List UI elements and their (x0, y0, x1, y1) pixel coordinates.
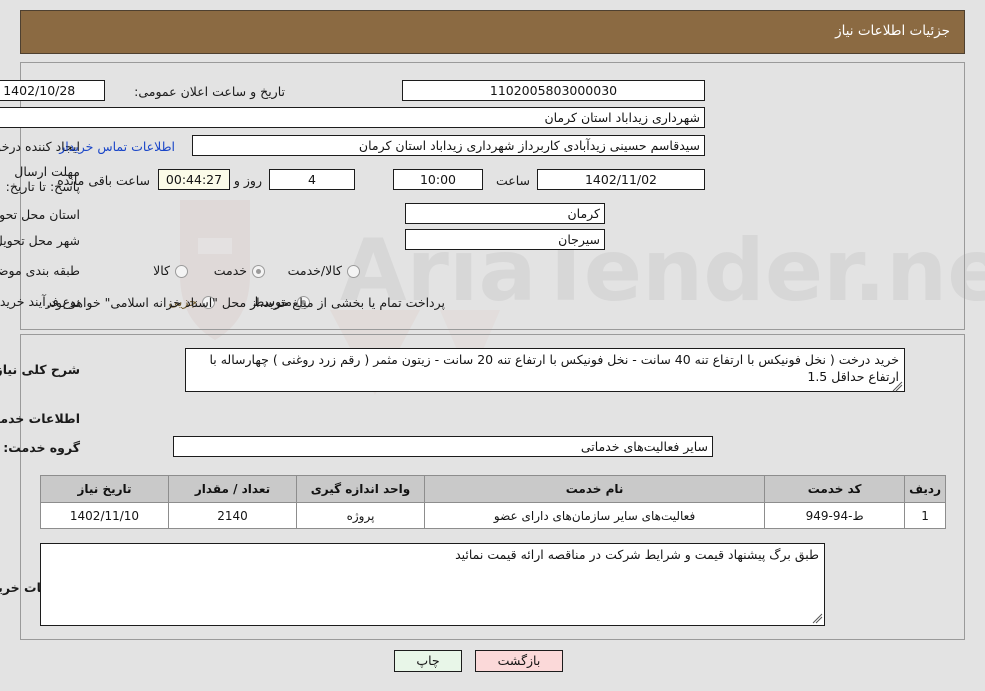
label-deadline-timer: ساعت باقی مانده (57, 173, 150, 188)
label-general-description: شرح کلی نیاز: (0, 362, 80, 377)
service-group-field[interactable]: سایر فعالیت‌های خدماتی (173, 436, 713, 457)
radio-dot-kala[interactable] (175, 265, 188, 278)
buyer-contact-link[interactable]: اطلاعات تماس خریدار (59, 139, 175, 154)
need-info-panel (20, 62, 965, 330)
radio-category-khedmat[interactable]: خدمت (214, 261, 265, 280)
th-row-no: ردیف (904, 475, 946, 503)
table-header-row: ردیف کد خدمت نام خدمت واحد اندازه گیری ت… (40, 475, 946, 503)
cell-need-date: 1402/11/10 (40, 502, 169, 529)
page-root: AriaTender.net جزئیات اطلاعات نیاز شماره… (0, 0, 985, 691)
label-service-group: گروه خدمت: (3, 440, 80, 455)
radio-label-kala: کالا (153, 263, 170, 278)
radio-label-khedmat: خدمت (213, 263, 247, 278)
label-delivery-city: شهر محل تحویل: (0, 233, 80, 248)
services-section-heading: اطلاعات خدمات مورد نیاز (0, 411, 80, 426)
cell-row-no: 1 (904, 502, 946, 529)
request-creator-field[interactable]: سیدقاسم حسینی زیدآبادی کاربرداز شهرداری … (192, 135, 705, 156)
deadline-countdown-timer: 00:44:27 (158, 169, 230, 190)
announce-datetime-field[interactable]: 08:36 - 1402/10/28 (0, 80, 105, 101)
cell-service-code: ط-94-949 (764, 502, 906, 529)
general-description-textarea[interactable]: خرید درخت ( نخل فونیکس با ارتفاع تنه 40 … (185, 348, 905, 392)
label-deadline-hour: ساعت (495, 173, 530, 188)
radio-dot-kala-khedmat[interactable] (347, 265, 360, 278)
th-service-name: نام خدمت (423, 475, 766, 503)
th-unit: واحد اندازه گیری (296, 475, 425, 503)
services-table: ردیف کد خدمت نام خدمت واحد اندازه گیری ت… (40, 475, 946, 529)
cell-unit: پروژه (296, 502, 425, 529)
cell-quantity: 2140 (168, 502, 297, 529)
back-button[interactable]: بازگشت (475, 650, 563, 672)
print-button[interactable]: چاپ (394, 650, 462, 672)
deadline-days-field[interactable]: 4 (269, 169, 355, 190)
buyer-notes-textarea[interactable]: طبق برگ پیشنهاد قیمت و شرایط شرکت در منا… (40, 543, 825, 626)
page-title: جزئیات اطلاعات نیاز (835, 23, 950, 39)
th-quantity: تعداد / مقدار (168, 475, 297, 503)
th-service-code: کد خدمت (764, 475, 906, 503)
radio-category-kala-khedmat[interactable]: کالا/خدمت (288, 261, 360, 280)
table-row[interactable]: 1 ط-94-949 فعالیت‌های سایر سازمان‌های دا… (40, 502, 946, 529)
delivery-city-field[interactable]: سیرجان (405, 229, 605, 250)
th-need-date: تاریخ نیاز (40, 475, 169, 503)
process-type-note: پرداخت تمام یا بخشی از مبلغ خرید،از محل … (46, 295, 445, 310)
page-header-bar: جزئیات اطلاعات نیاز (20, 10, 965, 54)
delivery-province-field[interactable]: کرمان (405, 203, 605, 224)
buyer-org-field[interactable]: شهرداری زیداباد استان کرمان (0, 107, 705, 128)
radio-category-kala[interactable]: کالا (153, 261, 188, 280)
cell-service-name: فعالیت‌های سایر سازمان‌های دارای عضو (423, 502, 766, 529)
label-delivery-province: استان محل تحویل: (0, 207, 80, 222)
radio-dot-khedmat[interactable] (252, 265, 265, 278)
label-deadline-days: روز و (233, 173, 262, 188)
label-category: طبقه بندی موضوعی: (0, 263, 80, 278)
label-announce-datetime: تاریخ و ساعت اعلان عمومی: (134, 84, 285, 99)
deadline-date-field[interactable]: 1402/11/02 (537, 169, 705, 190)
radio-label-kala-khedmat: کالا/خدمت (287, 263, 342, 278)
need-number-field[interactable]: 1102005803000030 (402, 80, 705, 101)
deadline-time-field[interactable]: 10:00 (393, 169, 483, 190)
